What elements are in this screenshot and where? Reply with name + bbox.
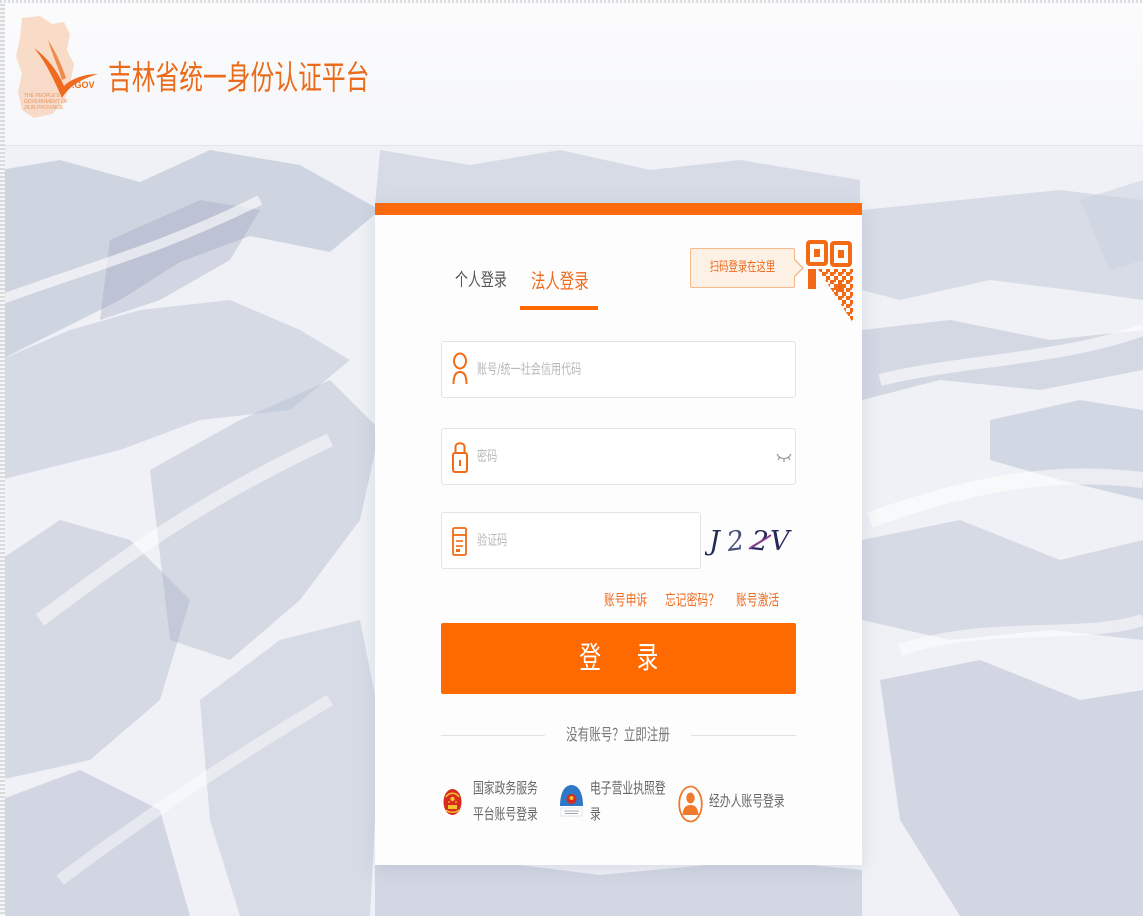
alt-login-line: 录: [590, 805, 601, 823]
alt-login-line: 平台账号登录: [473, 805, 538, 823]
alt-login-agent-account[interactable]: 经办人账号登录: [678, 775, 798, 827]
qr-code-icon[interactable]: [806, 240, 853, 323]
login-button-label: 登 录: [579, 641, 658, 676]
national-emblem-icon: [443, 789, 462, 815]
alt-login-line: 经办人账号登录: [709, 792, 785, 810]
alt-login-label: 国家政务服务 平台账号登录: [473, 775, 563, 827]
account-activate-link[interactable]: 账号激活: [736, 590, 779, 610]
alt-login-line: 电子营业执照登: [590, 779, 666, 797]
tab-label: 个人登录: [455, 270, 507, 291]
logo-small-text: THE PEOPLE'S GOVERNMENT OF JILIN PROVINC…: [24, 93, 68, 111]
qr-hint-text: 扫码登录在这里: [709, 260, 776, 275]
page-edge-left: [0, 0, 5, 916]
logo-gov-text: .GOV: [72, 80, 95, 90]
alt-login-line: 国家政务服务: [473, 779, 538, 797]
account-field: [441, 341, 796, 398]
header: .GOV THE PEOPLE'S GOVERNMENT OF JILIN PR…: [0, 0, 1143, 145]
register-prompt: 没有账号？立即注册: [441, 724, 796, 746]
qr-hint-arrow-fill: [794, 260, 802, 276]
business-license-emblem-icon: [560, 785, 583, 817]
page-edge-top: [0, 0, 1143, 3]
account-input[interactable]: [477, 342, 786, 397]
password-input[interactable]: [477, 429, 771, 484]
forgot-password-link[interactable]: 忘记密码？: [665, 590, 719, 610]
lock-icon: [452, 442, 468, 473]
alt-login-national-platform[interactable]: 国家政务服务 平台账号登录: [443, 775, 553, 827]
tab-label: 法人登录: [531, 269, 589, 293]
captcha-icon: [452, 527, 467, 556]
login-card: 个人登录 法人登录 扫码登录在这里 账号/统一社会信用代码 验证码 J 2 2 …: [375, 203, 862, 865]
logo-small-line: JILIN PROVINCE: [24, 105, 64, 111]
captcha-noise-line: [748, 534, 772, 550]
tab-legal-person-login[interactable]: 法人登录: [531, 267, 611, 295]
password-field: [441, 428, 796, 485]
agent-person-icon: [678, 785, 703, 823]
login-button[interactable]: 登 录: [441, 623, 796, 694]
alt-login-business-license[interactable]: 电子营业执照登 录: [559, 775, 671, 827]
card-top-bar: [375, 203, 862, 215]
qr-login-hint: 扫码登录在这里: [690, 248, 795, 288]
captcha-field: [441, 512, 701, 569]
tab-personal-login[interactable]: 个人登录: [455, 269, 527, 293]
alt-login-label: 经办人账号登录: [709, 788, 814, 814]
page-title: 吉林省统一身份认证平台: [108, 58, 370, 97]
account-appeal-link[interactable]: 账号申诉: [604, 590, 647, 610]
user-icon: [452, 352, 468, 385]
active-tab-underline: [520, 306, 598, 310]
captcha-image[interactable]: J 2 2 V: [705, 521, 797, 566]
captcha-input[interactable]: [477, 513, 691, 568]
eye-closed-icon[interactable]: [776, 451, 792, 463]
register-link[interactable]: 没有账号？立即注册: [567, 724, 671, 746]
